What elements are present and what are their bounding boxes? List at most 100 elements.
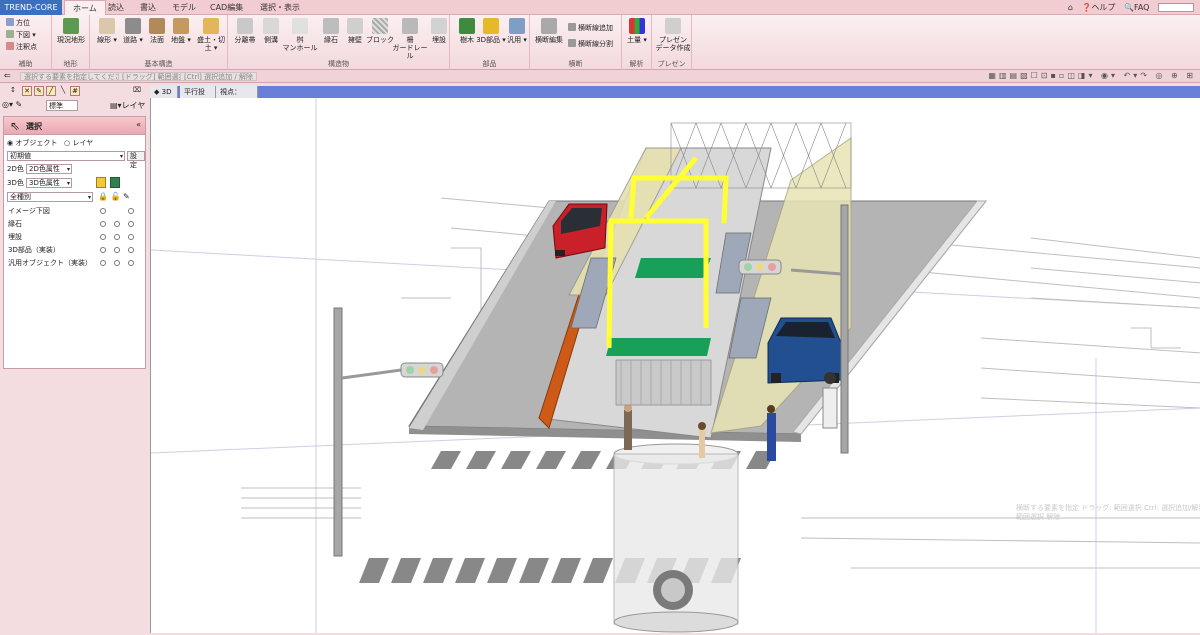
color2d-label: 2D色	[7, 165, 24, 173]
left-sidebar: ◎▾ ✎ 標準 ▤▾レイヤ ⇖ 選択 « ◉ オブジェクト ○ レイヤ 初期値 …	[0, 98, 148, 635]
target-radio-group: ◉ オブジェクト ○ レイヤ	[7, 138, 93, 149]
wall-icon	[347, 18, 363, 34]
projection-label[interactable]: 平行投影	[180, 86, 216, 108]
underlay-button[interactable]: 下図 ▾	[6, 30, 36, 40]
kind-select[interactable]: 全種別	[7, 192, 93, 202]
ribbon-group-presen: プレゼン データ作成 プレゼン	[652, 15, 692, 70]
radio[interactable]	[114, 247, 120, 253]
manhole-icon	[292, 18, 308, 34]
radio[interactable]	[128, 260, 134, 266]
tab-3d[interactable]: ◆ 3D	[150, 86, 178, 98]
direction-button[interactable]: 方位	[6, 18, 30, 28]
radio[interactable]	[128, 208, 134, 214]
list-item[interactable]: 埋設	[8, 232, 142, 243]
list-item[interactable]: イメージ下図	[8, 206, 142, 217]
color2d-select[interactable]: 2D色属性	[26, 164, 72, 174]
group-label-cross: 横断	[568, 60, 583, 68]
3d-parts-icon	[483, 18, 499, 34]
diagonal-icon[interactable]: ╲	[58, 86, 68, 96]
tab-export[interactable]: 書込	[132, 0, 164, 15]
radio[interactable]	[114, 221, 120, 227]
list-item[interactable]: 縁石	[8, 219, 142, 230]
cross-edit-icon	[541, 18, 557, 34]
pencil-tool-icon[interactable]: ✎	[34, 86, 44, 96]
hint-message-3: [Ctrl] 選択追加 / 解除	[180, 72, 257, 81]
settings-button[interactable]: 設定	[127, 151, 145, 169]
collapse-icon[interactable]: «	[136, 120, 141, 129]
cross-edit-button[interactable]: 横断編集	[532, 18, 566, 44]
tab-select-display[interactable]: 選択・表示	[252, 0, 308, 15]
layer-button[interactable]: ▤▾レイヤ	[110, 100, 145, 111]
tab-cad-edit[interactable]: CAD編集	[202, 0, 251, 15]
search-icon: 🔍	[1123, 3, 1134, 12]
radio[interactable]	[128, 234, 134, 240]
app-menu-tab[interactable]: TREND-CORE	[0, 0, 62, 15]
snap-icon[interactable]: ⌧	[132, 86, 142, 96]
radio-object[interactable]: ◉ オブジェクト	[7, 139, 57, 147]
ribbon-group-assist: 方位 下図 ▾ 注釈点 補助	[0, 15, 52, 70]
generic-button[interactable]: 汎用 ▾	[502, 18, 532, 44]
home-icon[interactable]: ⌂	[1068, 3, 1073, 12]
ghost-text-1: 横断する要素を指定 ドラッグ: 範囲選択 Ctrl: 選択追加/解除	[1016, 503, 1200, 512]
fill-cut-button[interactable]: 盛土・切土 ▾	[194, 18, 228, 52]
lightbulb-icon[interactable]	[96, 177, 106, 188]
split-cross-line-button[interactable]: 横断線分割	[568, 39, 613, 49]
terrain-button[interactable]: 現況地形	[56, 18, 86, 44]
group-label-analysis: 解析	[629, 60, 644, 68]
faq-link[interactable]: 🔍FAQ	[1124, 3, 1149, 12]
add-cross-line-button[interactable]: 横断線追加	[568, 23, 613, 33]
ground-button[interactable]: 地盤 ▾	[166, 18, 196, 44]
3d-viewport[interactable]: 横断する要素を指定 ドラッグ: 範囲選択 Ctrl: 選択追加/解除 範囲選択 …	[150, 98, 1200, 633]
help-link[interactable]: ❓ヘルプ	[1081, 3, 1115, 12]
tab-import[interactable]: 読込	[100, 0, 132, 15]
preset-select[interactable]: 初期値	[7, 151, 125, 161]
radio[interactable]	[114, 260, 120, 266]
palette-icon[interactable]	[110, 177, 120, 188]
radio[interactable]	[128, 247, 134, 253]
back-arrow-icon[interactable]: ⇐	[4, 71, 11, 80]
ribbon-group-analysis: 土量 ▾ 解析	[622, 15, 652, 70]
list-item[interactable]: 3D部品（実装）	[8, 245, 142, 256]
fence-front	[615, 359, 712, 406]
line-tool-icon[interactable]: ╱	[46, 86, 56, 96]
radio[interactable]	[100, 247, 106, 253]
help-icon: ❓	[1081, 3, 1092, 12]
panel-title: 選択	[26, 122, 42, 131]
annotation-point-button[interactable]: 注釈点	[6, 42, 37, 52]
group-label-basic: 基本構造	[144, 60, 173, 68]
filter-icons[interactable]: 🔒 🔓 ✎	[98, 192, 130, 201]
radio[interactable]	[114, 234, 120, 240]
buried-icon	[431, 18, 447, 34]
undo-icon[interactable]: ↕	[8, 86, 18, 96]
radio[interactable]	[128, 221, 134, 227]
target-icon[interactable]: ◎▾ ✎	[2, 100, 22, 109]
radio[interactable]	[100, 260, 106, 266]
underlay-icon	[6, 30, 14, 38]
list-item[interactable]: 汎用オブジェクト（実装）	[8, 258, 142, 269]
group-label-terrain: 地形	[63, 60, 78, 68]
fill-cut-icon	[203, 18, 219, 34]
manhole-button[interactable]: 桝 マンホール	[282, 18, 318, 52]
presentation-button[interactable]: プレゼン データ作成	[654, 18, 692, 52]
hint-message-2: [ドラッグ] 範囲選択	[118, 72, 190, 81]
radio[interactable]	[100, 208, 106, 214]
ribbon-group-terrain: 現況地形 地形	[52, 15, 90, 70]
info-bar: ⇐ 選択する要素を指定してください [ドラッグ] 範囲選択 [Ctrl] 選択追…	[0, 70, 1200, 83]
radio[interactable]	[100, 234, 106, 240]
ribbon-group-parts: 樹木 3D部品 ▾ 汎用 ▾ 部品	[450, 15, 530, 70]
radio-layer[interactable]: ○ レイヤ	[64, 139, 93, 147]
group-label-structures: 構造物	[328, 60, 349, 68]
view-toolbar[interactable]: ▦▥▤▧☐⊡▪▫◫◨▾ ◉▾ ↶▾↷ ◎ ⊕ ⊞	[988, 71, 1196, 80]
radio[interactable]	[100, 221, 106, 227]
earthwork-button[interactable]: 土量 ▾	[622, 18, 652, 44]
grid-tool-icon[interactable]: #	[70, 86, 80, 96]
tab-model[interactable]: モデル	[164, 0, 204, 15]
curb-icon	[323, 18, 339, 34]
cross-tool-icon[interactable]: ✕	[22, 86, 32, 96]
ribbon-group-basic: 線形 ▾ 道路 ▾ 法面 地盤 ▾ 盛土・切土 ▾ 基本構造	[90, 15, 228, 70]
color3d-select[interactable]: 3D色属性	[26, 178, 72, 188]
block-icon	[372, 18, 388, 34]
selection-mode-select[interactable]: 標準	[46, 100, 78, 111]
search-input[interactable]	[1158, 3, 1194, 12]
viewpoint-label[interactable]: 視点：Home	[216, 86, 258, 108]
